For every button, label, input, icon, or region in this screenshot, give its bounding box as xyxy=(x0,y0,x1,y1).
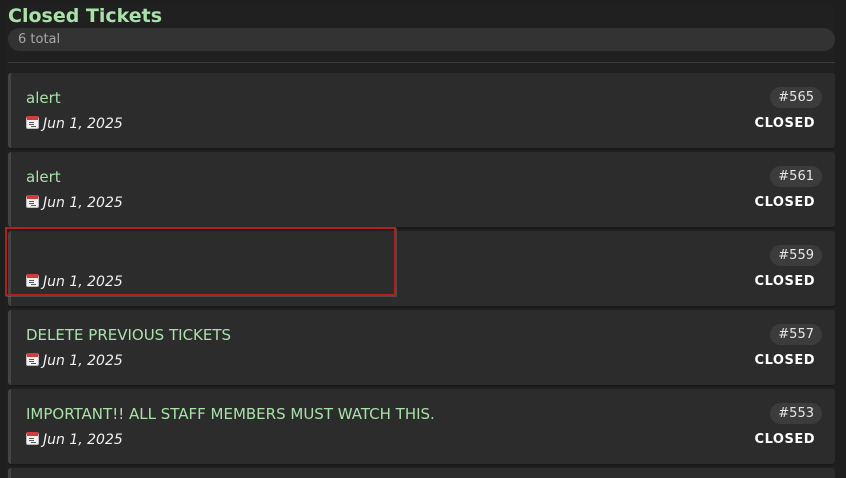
ticket-card[interactable]: alert #565 Jun 1, 2025 CLOSED xyxy=(8,73,835,148)
ticket-date: Jun 1, 2025 xyxy=(26,113,123,135)
ticket-status: CLOSED xyxy=(754,432,815,447)
ticket-status: CLOSED xyxy=(754,116,815,131)
calendar-icon xyxy=(26,432,39,445)
calendar-icon xyxy=(26,274,39,287)
ticket-status: CLOSED xyxy=(754,274,815,289)
ticket-card[interactable]: IMPORTANT!! ALL STAFF MEMBERS MUST WATCH… xyxy=(8,389,835,464)
total-count-bar: 6 total xyxy=(8,28,835,51)
ticket-date-text: Jun 1, 2025 xyxy=(43,116,123,132)
ticket-status: CLOSED xyxy=(754,195,815,210)
ticket-date: Jun 1, 2025 xyxy=(26,429,123,451)
header-divider xyxy=(8,62,835,63)
ticket-title[interactable]: alert xyxy=(26,87,61,109)
ticket-title[interactable]: alert xyxy=(26,166,61,188)
ticket-date-text: Jun 1, 2025 xyxy=(43,274,123,290)
ticket-date: Jun 1, 2025 xyxy=(26,192,123,214)
calendar-icon xyxy=(26,116,39,129)
ticket-card[interactable]: DELETE PREVIOUS TICKETS #557 Jun 1, 2025… xyxy=(8,310,835,385)
page-title: Closed Tickets xyxy=(8,5,163,27)
ticket-card[interactable]: #559 Jun 1, 2025 CLOSED xyxy=(8,231,835,306)
ticket-number-badge: #557 xyxy=(770,324,822,345)
ticket-date: Jun 1, 2025 xyxy=(26,350,123,372)
ticket-number-badge: #559 xyxy=(770,245,822,266)
ticket-card-partial[interactable] xyxy=(8,468,835,478)
ticket-number-badge: #561 xyxy=(770,166,822,187)
ticket-title[interactable]: DELETE PREVIOUS TICKETS xyxy=(26,324,231,346)
ticket-date-text: Jun 1, 2025 xyxy=(43,432,123,448)
ticket-card[interactable]: alert #561 Jun 1, 2025 CLOSED xyxy=(8,152,835,227)
ticket-date: Jun 1, 2025 xyxy=(26,271,123,293)
ticket-status: CLOSED xyxy=(754,353,815,368)
ticket-date-text: Jun 1, 2025 xyxy=(43,353,123,369)
ticket-date-text: Jun 1, 2025 xyxy=(43,195,123,211)
calendar-icon xyxy=(26,195,39,208)
ticket-title[interactable]: IMPORTANT!! ALL STAFF MEMBERS MUST WATCH… xyxy=(26,403,435,425)
ticket-number-badge: #553 xyxy=(770,403,822,424)
closed-tickets-page: Closed Tickets 6 total alert #565 Jun 1,… xyxy=(0,0,846,478)
total-count-label: 6 total xyxy=(18,32,61,47)
calendar-icon xyxy=(26,353,39,366)
ticket-number-badge: #565 xyxy=(770,87,822,108)
